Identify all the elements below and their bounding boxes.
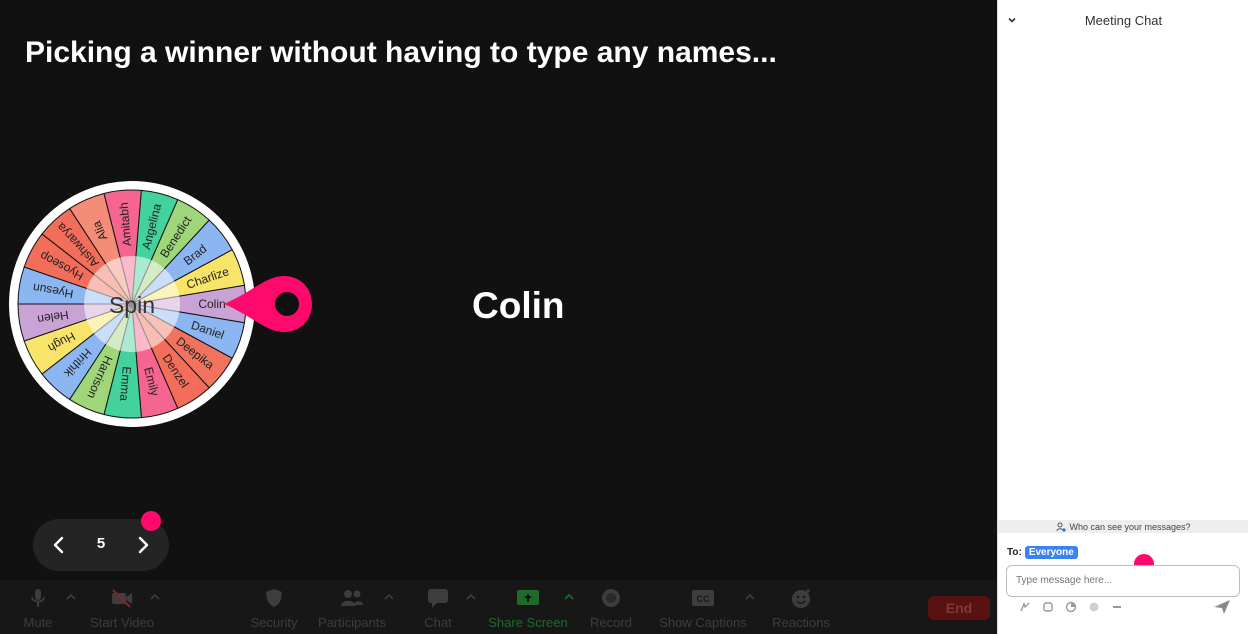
- chevron-right-icon: [138, 536, 149, 554]
- chevron-left-icon: [53, 536, 64, 554]
- start-video-label: Start Video: [89, 615, 155, 630]
- cursor-indicator: [141, 511, 161, 531]
- chat-bubble-icon: [427, 586, 449, 609]
- microphone-icon: [29, 586, 47, 609]
- svg-text:CC: CC: [697, 594, 710, 604]
- cc-icon: CC: [691, 586, 715, 609]
- people-icon: [340, 586, 364, 609]
- who-can-see-text: Who can see your messages?: [1069, 521, 1191, 532]
- record-label: Record: [590, 615, 632, 630]
- meeting-toolbar: Mute Start Video Security Participants Chat S…: [0, 580, 997, 634]
- winner-name: Colin: [472, 285, 565, 326]
- share-screen-icon: [516, 586, 540, 609]
- slide-title: Picking a winner without having to type …: [25, 36, 777, 69]
- chat-title: Meeting Chat: [1084, 13, 1163, 28]
- share-screen-label: Share Screen: [488, 615, 568, 630]
- participants-label: Participants: [318, 615, 386, 630]
- wheel-pointer: [224, 276, 312, 332]
- chat-tools: [1018, 600, 1124, 614]
- reactions-button[interactable]: Reactions: [751, 586, 851, 630]
- security-label: Security: [250, 615, 298, 630]
- chat-label: Chat: [424, 615, 452, 630]
- file-icon: [1065, 601, 1077, 613]
- person-icon: [1056, 522, 1067, 532]
- more-button[interactable]: [1110, 600, 1124, 614]
- shield-icon: [264, 586, 284, 609]
- wheel-graphic: ColinDanielDeepikaDenzelEmilyEmmaHarriso…: [9, 181, 255, 427]
- video-off-icon: [110, 586, 134, 609]
- spinner-wheel[interactable]: Colin Daniel Deepika Denzel Emily Emma Harriso…: [8, 180, 256, 428]
- recipient-row: To: Everyone: [1007, 546, 1078, 559]
- message-input[interactable]: [1016, 575, 1230, 586]
- reactions-label: Reactions: [772, 615, 830, 630]
- message-input-box[interactable]: [1006, 565, 1240, 597]
- screenshot-icon: [1043, 602, 1053, 612]
- format-button[interactable]: [1018, 600, 1032, 614]
- more-icon: [1113, 606, 1121, 608]
- next-slide-button[interactable]: [129, 531, 157, 559]
- screenshot-button[interactable]: [1041, 600, 1055, 614]
- recipient-selector[interactable]: Everyone: [1024, 546, 1078, 559]
- show-captions-button[interactable]: CC Show Captions: [653, 586, 753, 630]
- chat-header: Meeting Chat: [998, 0, 1248, 40]
- emoji-icon: [1089, 602, 1099, 612]
- mute-label: Mute: [23, 615, 53, 630]
- chevron-up-icon[interactable]: [466, 592, 476, 604]
- show-captions-label: Show Captions: [659, 615, 747, 630]
- smiley-icon: [790, 586, 812, 609]
- file-button[interactable]: [1064, 600, 1078, 614]
- slide-number: 5: [96, 535, 106, 552]
- send-icon[interactable]: [1212, 598, 1232, 616]
- end-meeting-button[interactable]: End: [928, 596, 990, 620]
- who-can-see-link[interactable]: Who can see your messages?: [998, 520, 1248, 533]
- to-label: To:: [1007, 547, 1022, 558]
- meeting-chat-panel: Meeting Chat Who can see your messages? …: [997, 0, 1248, 634]
- record-button[interactable]: Record: [561, 586, 661, 630]
- shared-screen: Picking a winner without having to type …: [0, 0, 997, 634]
- spin-label[interactable]: Spin: [109, 292, 155, 318]
- wheel-slice-label: Emma: [117, 366, 134, 402]
- previous-slide-button[interactable]: [45, 531, 73, 559]
- emoji-button[interactable]: [1087, 600, 1101, 614]
- chevron-up-icon[interactable]: [150, 592, 160, 604]
- record-icon: [600, 586, 622, 609]
- format-icon: [1020, 602, 1030, 612]
